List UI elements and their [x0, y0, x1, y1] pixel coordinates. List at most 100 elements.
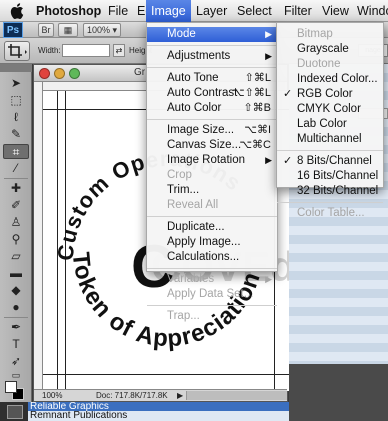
list-item[interactable]: Reliable Graphics: [28, 402, 289, 411]
menu-file[interactable]: File: [108, 0, 128, 22]
menu-window[interactable]: Window: [357, 0, 388, 22]
vertical-ruler[interactable]: [34, 82, 43, 389]
menu-item-label: 8 Bits/Channel: [297, 155, 372, 167]
menu-shortcut: ⌥⇧⌘L: [231, 87, 271, 99]
image_menu-item-trap: Trap...: [147, 309, 279, 324]
gradient-tool-icon[interactable]: ▬: [3, 266, 29, 281]
tool-preset-picker[interactable]: [4, 41, 30, 61]
menu-item-label: Apply Image...: [167, 236, 241, 248]
apple-icon[interactable]: [10, 3, 24, 19]
zoom-level-select[interactable]: 100% ▾: [83, 23, 121, 37]
path-selection-tool-icon[interactable]: ➶: [3, 354, 29, 369]
tools-divider: [4, 317, 28, 318]
mode_menu-item-8-bits-channel[interactable]: ✓ 8 Bits/Channel: [277, 154, 385, 169]
image_menu-item-apply-image[interactable]: Apply Image...: [147, 235, 279, 250]
menu-item-label: 16 Bits/Channel: [297, 170, 379, 182]
menu-item-label: RGB Color: [297, 88, 353, 100]
list-item[interactable]: Remnant Publications: [28, 411, 289, 421]
extras-button[interactable]: ▦: [58, 23, 78, 37]
menu-item-label: Duplicate...: [167, 221, 225, 233]
type-tool-icon[interactable]: T: [3, 337, 29, 352]
shape-tool-icon[interactable]: ▭: [3, 371, 29, 380]
menu-item-label: CMYK Color: [297, 103, 361, 115]
image_menu-item-calculations[interactable]: Calculations...: [147, 250, 279, 265]
mode_menu-item-cmyk-color[interactable]: CMYK Color: [277, 102, 385, 117]
menu-separator: [277, 150, 383, 151]
mode_menu-item-32-bits-channel[interactable]: 32 Bits/Channel: [277, 184, 385, 199]
submenu-arrow-icon: ▶: [265, 51, 272, 61]
mode_menu-item-grayscale[interactable]: Grayscale: [277, 42, 385, 57]
submenu-arrow-icon: ▶: [265, 155, 272, 165]
eraser-tool-icon[interactable]: ▱: [3, 249, 29, 264]
menu-item-label: Multichannel: [297, 133, 362, 145]
swap-dimensions-icon[interactable]: ⇄: [113, 44, 125, 57]
image_menu-item-auto-contrast[interactable]: Auto Contrast ⌥⇧⌘L: [147, 86, 279, 101]
menu-separator: [147, 67, 277, 68]
menu-select[interactable]: Select: [237, 0, 272, 22]
checkmark-icon: ✓: [283, 88, 293, 100]
close-window-button[interactable]: [39, 68, 50, 79]
image_menu-item-reveal-all: Reveal All: [147, 198, 279, 213]
blur-tool-icon[interactable]: ◆: [3, 283, 29, 298]
horizontal-scrollbar[interactable]: [186, 391, 287, 400]
menu-item-label: Canvas Size...: [167, 139, 242, 151]
menu-item-label: Grayscale: [297, 43, 349, 55]
menu-item-label: Trim...: [167, 184, 200, 196]
menu-item-label: Image Rotation: [167, 154, 245, 166]
mode_menu-item-indexed-color[interactable]: Indexed Color...: [277, 72, 385, 87]
image_menu-item-auto-tone[interactable]: Auto Tone ⇧⌘L: [147, 71, 279, 86]
menu-item-label: Color Table...: [297, 207, 365, 219]
mode_menu-item-multichannel[interactable]: Multichannel: [277, 132, 385, 147]
status-zoom[interactable]: 100%: [42, 390, 62, 401]
history-brush-tool-icon[interactable]: ⚲: [3, 232, 29, 247]
document-status-bar: 100% Doc: 717.8K/717.8K ▶: [34, 389, 287, 401]
width-field[interactable]: [62, 44, 110, 57]
foreground-color-swatch[interactable]: [5, 381, 17, 393]
image_menu-item-duplicate[interactable]: Duplicate...: [147, 220, 279, 235]
image-menu-dropdown: Mode ▶ Adjustments ▶ Auto Tone ⇧⌘L Auto Contra…: [146, 22, 279, 322]
bridge-button[interactable]: Br: [38, 23, 54, 37]
menu-separator: [147, 45, 277, 46]
image_menu-item-canvas-size[interactable]: Canvas Size... ⌥⌘C: [147, 138, 279, 153]
minimize-window-button[interactable]: [54, 68, 65, 79]
image_menu-item-image-size[interactable]: Image Size... ⌥⌘I: [147, 123, 279, 138]
menu-filter[interactable]: Filter: [284, 0, 312, 22]
menu-item-label: Image Size...: [167, 124, 235, 136]
clone-stamp-tool-icon[interactable]: ♙: [3, 215, 29, 230]
menu-layer[interactable]: Layer: [196, 0, 227, 22]
dodge-tool-icon[interactable]: ●: [3, 300, 29, 315]
tools-panel-header[interactable]: [0, 64, 32, 72]
menu-image[interactable]: Image: [146, 0, 191, 22]
width-label: Width:: [38, 46, 61, 55]
menu-item-label: Duotone: [297, 58, 341, 70]
healing-brush-tool-icon[interactable]: ✚: [3, 181, 29, 196]
mode-submenu: Bitmap Grayscale Duotone Indexed Color... ✓ R…: [276, 22, 385, 219]
image_menu-item-variables: Variables ▶: [147, 272, 279, 287]
status-menu-arrow-icon[interactable]: ▶: [177, 390, 183, 401]
brush-tool-icon[interactable]: ✐: [3, 198, 29, 213]
menu-separator: [147, 119, 277, 120]
image_menu-item-auto-color[interactable]: Auto Color ⇧⌘B: [147, 101, 279, 116]
mode_menu-item-16-bits-channel[interactable]: 16 Bits/Channel: [277, 169, 385, 184]
crop-tool-icon[interactable]: ⌗: [3, 144, 29, 159]
lasso-tool-icon[interactable]: ℓ: [3, 110, 29, 125]
menu-photoshop[interactable]: Photoshop: [36, 0, 101, 22]
menu-shortcut: ⌥⌘C: [239, 139, 271, 151]
image_menu-item-mode[interactable]: Mode ▶: [147, 27, 279, 42]
menu-shortcut: ⌥⌘I: [244, 124, 271, 136]
menu-item-label: Calculations...: [167, 251, 240, 263]
image_menu-item-image-rotation[interactable]: Image Rotation ▶: [147, 153, 279, 168]
mode_menu-item-rgb-color[interactable]: ✓ RGB Color: [277, 87, 385, 102]
move-tool-icon[interactable]: ➤: [3, 76, 29, 91]
zoom-window-button[interactable]: [69, 68, 80, 79]
menu-view[interactable]: View: [322, 0, 349, 22]
image_menu-item-trim[interactable]: Trim...: [147, 183, 279, 198]
submenu-arrow-icon: ▶: [265, 29, 272, 39]
quick-selection-tool-icon[interactable]: ✎: [3, 127, 29, 142]
marquee-tool-icon[interactable]: ⬚: [3, 93, 29, 108]
image_menu-item-adjustments[interactable]: Adjustments ▶: [147, 49, 279, 64]
eyedropper-tool-icon[interactable]: ⁄: [3, 161, 29, 176]
menu-item-label: Lab Color: [297, 118, 347, 130]
mode_menu-item-lab-color[interactable]: Lab Color: [277, 117, 385, 132]
pen-tool-icon[interactable]: ✒: [3, 320, 29, 335]
